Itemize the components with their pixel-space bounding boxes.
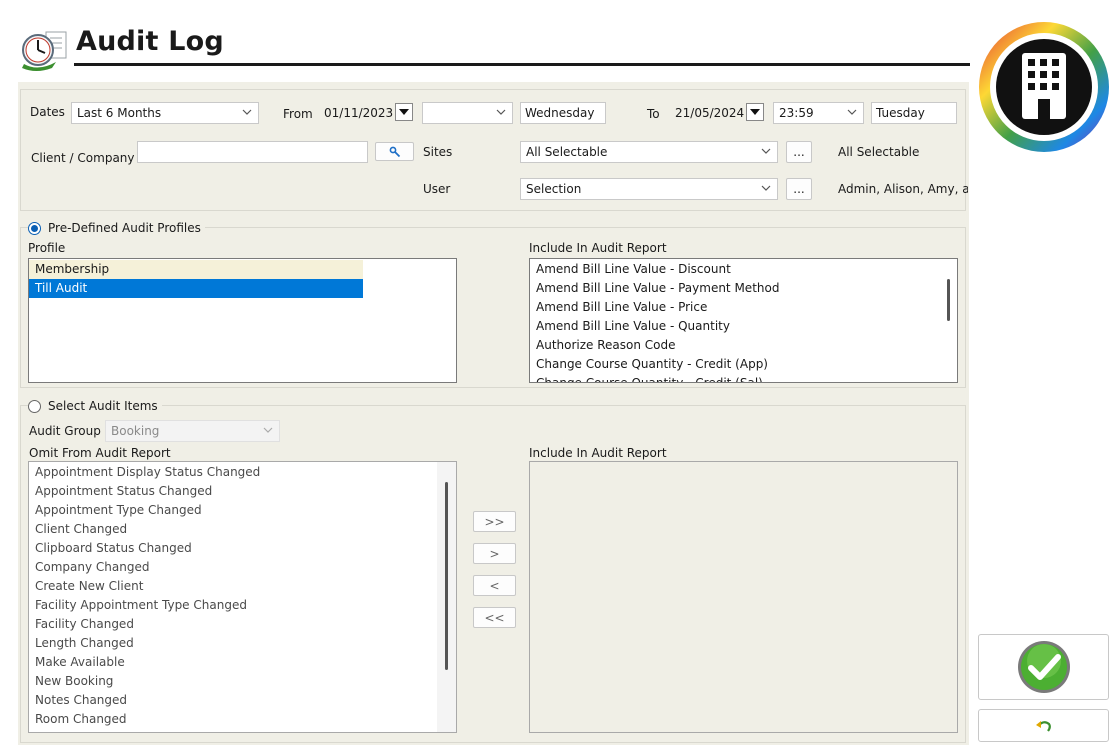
list-item[interactable]: Appointment Display Status Changed bbox=[29, 463, 456, 482]
list-item[interactable]: Till Audit bbox=[29, 279, 363, 298]
selected-include-list bbox=[529, 461, 958, 733]
radio-selected-icon bbox=[28, 221, 41, 235]
to-day-field: Tuesday bbox=[871, 102, 957, 124]
audit-group-select[interactable]: Booking bbox=[105, 420, 280, 442]
profile-label: Profile bbox=[28, 241, 66, 255]
sites-label: Sites bbox=[423, 145, 453, 159]
list-item[interactable]: Authorize Reason Code bbox=[530, 336, 957, 355]
from-date-dropdown[interactable] bbox=[395, 103, 413, 121]
include-report-label-2: Include In Audit Report bbox=[529, 446, 667, 460]
list-item[interactable]: Appointment Status Changed bbox=[29, 482, 456, 501]
list-item[interactable]: Notes Changed bbox=[29, 691, 456, 710]
move-all-right-button[interactable]: >> bbox=[473, 511, 516, 532]
audit-log-icon bbox=[18, 24, 70, 74]
list-item[interactable]: Amend Bill Line Value - Discount bbox=[530, 260, 957, 279]
list-item[interactable]: New Booking bbox=[29, 672, 456, 691]
chevron-down-icon bbox=[496, 109, 506, 115]
client-company-input[interactable] bbox=[137, 141, 368, 163]
ok-button[interactable] bbox=[978, 634, 1109, 700]
list-item[interactable]: Make Available bbox=[29, 653, 456, 672]
list-item[interactable]: Room Changed bbox=[29, 710, 456, 729]
chevron-down-icon bbox=[761, 185, 771, 191]
from-day-field: Wednesday bbox=[520, 102, 606, 124]
radio-unselected-icon bbox=[28, 399, 41, 413]
audit-group-label: Audit Group bbox=[29, 424, 101, 438]
from-date-value[interactable]: 01/11/2023 bbox=[324, 106, 393, 120]
to-time-select[interactable]: 23:59 bbox=[773, 102, 864, 124]
dates-label: Dates bbox=[30, 105, 65, 119]
include-report-label: Include In Audit Report bbox=[529, 241, 667, 255]
chevron-down-icon bbox=[847, 109, 857, 115]
list-item[interactable]: Facility Changed bbox=[29, 615, 456, 634]
user-ellipsis-button[interactable]: ... bbox=[786, 178, 812, 200]
list-item[interactable]: Clipboard Status Changed bbox=[29, 539, 456, 558]
list-item[interactable]: Amend Bill Line Value - Quantity bbox=[530, 317, 957, 336]
omit-report-scrollbar[interactable] bbox=[437, 462, 456, 732]
chevron-down-icon bbox=[263, 427, 273, 433]
select-items-radio[interactable]: Select Audit Items bbox=[28, 399, 162, 413]
user-select[interactable]: Selection bbox=[520, 178, 778, 200]
search-key-icon bbox=[389, 146, 400, 157]
checkmark-icon bbox=[1017, 641, 1070, 693]
to-label: To bbox=[647, 107, 660, 121]
chevron-down-icon bbox=[242, 109, 252, 115]
triangle-down-icon bbox=[750, 109, 760, 115]
client-company-label: Client / Company bbox=[31, 151, 135, 165]
user-label: User bbox=[423, 182, 451, 196]
list-item[interactable]: Company Changed bbox=[29, 558, 456, 577]
list-item[interactable]: Appointment Type Changed bbox=[29, 501, 456, 520]
user-summary: Admin, Alison, Amy, and bbox=[838, 182, 968, 196]
list-item[interactable]: Change Course Quantity - Credit (Sal) bbox=[530, 374, 957, 382]
list-item[interactable]: Length Changed bbox=[29, 634, 456, 653]
list-item[interactable]: Facility Appointment Type Changed bbox=[29, 596, 456, 615]
to-date-dropdown[interactable] bbox=[746, 103, 764, 121]
move-right-button[interactable]: > bbox=[473, 543, 516, 564]
audit-group-value: Booking bbox=[111, 424, 160, 438]
include-report-scrollbar[interactable] bbox=[940, 259, 957, 382]
triangle-down-icon bbox=[399, 109, 409, 115]
list-item[interactable]: Amend Bill Line Value - Price bbox=[530, 298, 957, 317]
chevron-down-icon bbox=[761, 148, 771, 154]
predefined-radio[interactable]: Pre-Defined Audit Profiles bbox=[28, 221, 205, 235]
sites-select-value: All Selectable bbox=[526, 145, 608, 159]
list-item[interactable]: Amend Bill Line Value - Payment Method bbox=[530, 279, 957, 298]
predefined-radio-label: Pre-Defined Audit Profiles bbox=[48, 221, 201, 235]
undo-arrow-icon bbox=[1035, 720, 1051, 732]
user-select-value: Selection bbox=[526, 182, 582, 196]
list-item[interactable]: Membership bbox=[29, 260, 363, 279]
sites-select[interactable]: All Selectable bbox=[520, 141, 778, 163]
profile-list: Membership Till Audit bbox=[28, 258, 457, 383]
client-search-button[interactable] bbox=[375, 142, 414, 161]
dates-select[interactable]: Last 6 Months bbox=[71, 102, 259, 124]
undo-button[interactable] bbox=[978, 709, 1109, 742]
move-all-left-button[interactable]: << bbox=[473, 607, 516, 628]
dates-select-value: Last 6 Months bbox=[77, 106, 162, 120]
include-report-list: Amend Bill Line Value - Discount Amend B… bbox=[529, 258, 958, 383]
move-left-button[interactable]: < bbox=[473, 575, 516, 596]
select-items-radio-label: Select Audit Items bbox=[48, 399, 158, 413]
from-time-select[interactable] bbox=[422, 102, 513, 124]
omit-report-label: Omit From Audit Report bbox=[29, 446, 171, 460]
building-logo-icon bbox=[977, 20, 1111, 154]
scroll-thumb[interactable] bbox=[947, 279, 950, 321]
title-underline bbox=[74, 63, 970, 66]
sites-ellipsis-button[interactable]: ... bbox=[786, 141, 812, 163]
list-item[interactable]: Create New Client bbox=[29, 577, 456, 596]
list-item[interactable]: Client Changed bbox=[29, 520, 456, 539]
omit-report-list: Appointment Display Status Changed Appoi… bbox=[28, 461, 457, 733]
sites-summary: All Selectable bbox=[838, 145, 920, 159]
to-time-value: 23:59 bbox=[779, 106, 814, 120]
list-item[interactable]: Change Course Quantity - Credit (App) bbox=[530, 355, 957, 374]
from-label: From bbox=[283, 107, 313, 121]
to-date-value[interactable]: 21/05/2024 bbox=[675, 106, 744, 120]
page-title: Audit Log bbox=[76, 26, 224, 57]
scroll-thumb[interactable] bbox=[445, 482, 448, 670]
